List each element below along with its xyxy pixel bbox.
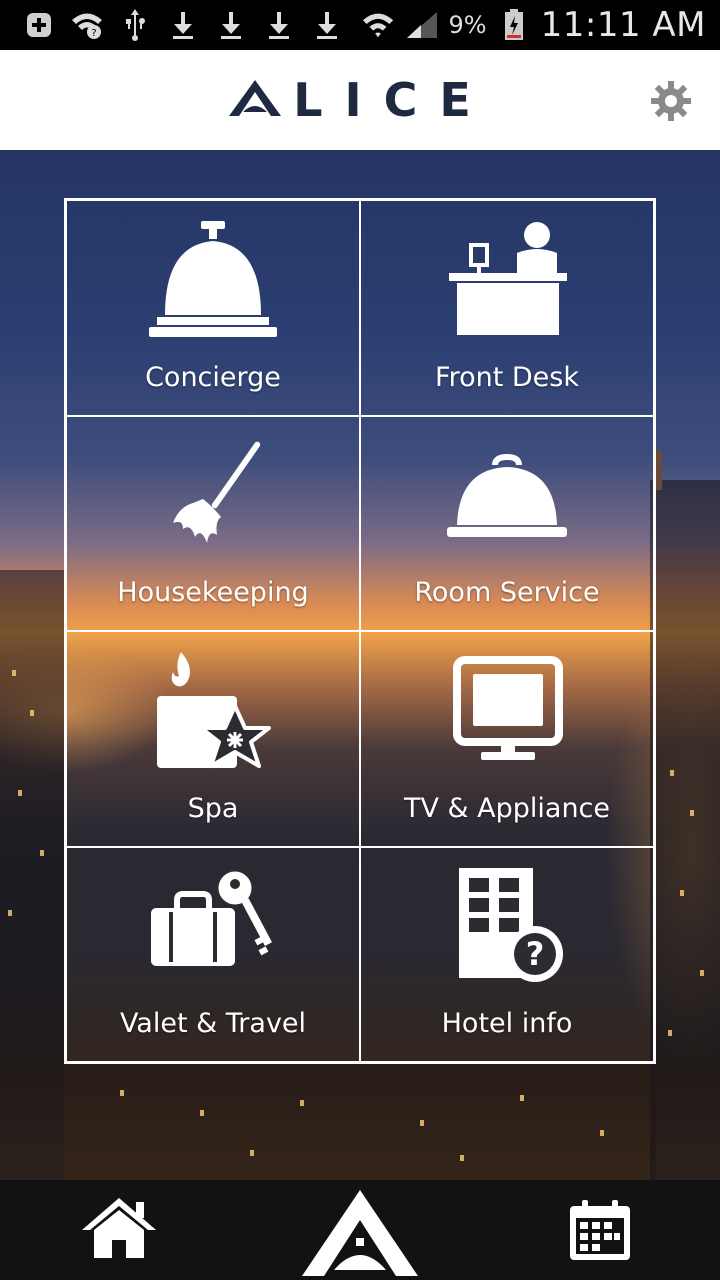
tile-label: Room Service (414, 577, 600, 608)
download-icon (310, 8, 344, 42)
tile-spa[interactable]: Spa (66, 631, 360, 847)
status-time: 11:11 AM (540, 5, 706, 45)
building-question-icon: ? (437, 864, 577, 994)
tile-label: Front Desk (435, 361, 579, 393)
tile-hotel-info[interactable]: ? Hotel info (360, 846, 654, 1062)
alice-logo-a-icon (227, 78, 283, 122)
tile-housekeeping[interactable]: Housekeeping (66, 415, 360, 631)
front-desk-icon (437, 217, 577, 347)
candle-flower-icon (143, 648, 283, 778)
tile-label: Hotel info (441, 1008, 573, 1039)
duster-icon (143, 433, 283, 563)
gear-icon (650, 81, 692, 126)
battery-percent: 9% (448, 11, 487, 39)
bottom-navigation (0, 1180, 720, 1280)
luggage-key-icon (143, 864, 283, 994)
download-icon (262, 8, 296, 42)
svg-text:?: ? (526, 935, 545, 973)
calendar-button[interactable] (568, 1198, 632, 1266)
home-icon (80, 1198, 158, 1264)
tile-valet-travel[interactable]: Valet & Travel (66, 846, 360, 1062)
alice-home-button[interactable] (300, 1188, 420, 1280)
logo-text: LICE (293, 73, 493, 127)
tile-label: Concierge (145, 361, 281, 393)
download-icon (214, 8, 248, 42)
battery-charging-icon (497, 8, 531, 42)
tile-label: Spa (187, 792, 239, 824)
settings-button[interactable] (650, 80, 692, 122)
svg-text:?: ? (91, 28, 96, 39)
usb-icon (118, 8, 152, 42)
status-bar: ? 9% 11:11 AM (0, 0, 720, 50)
tile-label: Valet & Travel (119, 1008, 307, 1039)
signal-icon (405, 8, 439, 42)
tile-label: Housekeeping (117, 577, 309, 608)
wifi-question-icon: ? (70, 8, 104, 42)
alice-logo: LICE (227, 73, 493, 127)
calendar-icon (568, 1200, 632, 1266)
service-grid: Concierge Front Desk Housekeeping Room S… (64, 198, 656, 1064)
television-icon (437, 648, 577, 778)
tile-tv-appliance[interactable]: TV & Appliance (360, 631, 654, 847)
home-button[interactable] (80, 1196, 158, 1264)
wifi-icon (361, 8, 395, 42)
alice-logo-icon (300, 1190, 420, 1280)
service-bell-icon (143, 217, 283, 347)
cloche-icon (437, 433, 577, 563)
add-notification-icon (22, 8, 56, 42)
download-icon (166, 8, 200, 42)
tile-room-service[interactable]: Room Service (360, 415, 654, 631)
tile-label: TV & Appliance (403, 792, 611, 824)
tile-front-desk[interactable]: Front Desk (360, 200, 654, 416)
app-header: LICE (0, 50, 720, 150)
tile-concierge[interactable]: Concierge (66, 200, 360, 416)
